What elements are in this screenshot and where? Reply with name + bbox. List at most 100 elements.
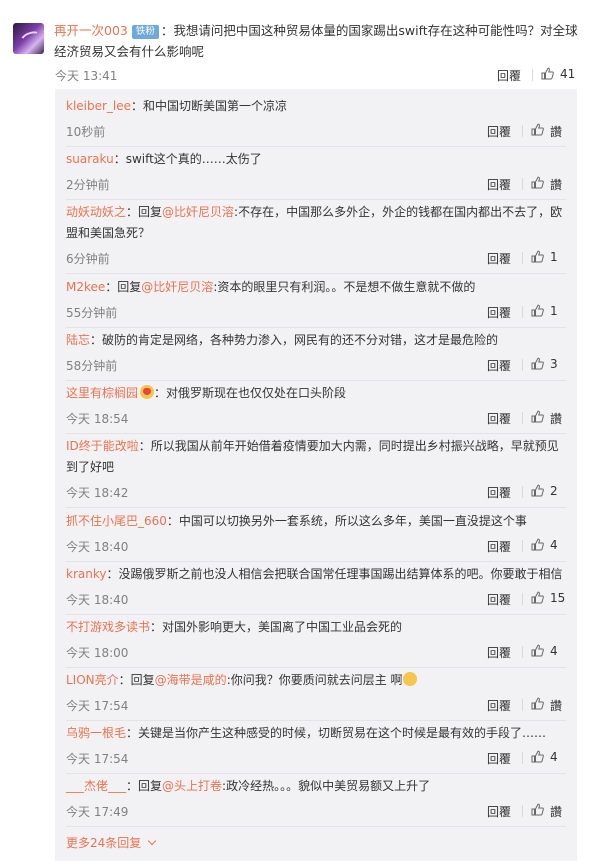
thumb-up-icon[interactable]: [531, 250, 544, 263]
reply-like-count: 讚: [550, 805, 563, 819]
reply-time: 2分钟前: [66, 178, 110, 192]
reply-item: ___杰佬___：回复@头上打卷:政冷经热。。。貌似中美贸易额又上升了: [66, 776, 566, 797]
divider: [522, 359, 523, 371]
mention-link[interactable]: @比奸尼贝溶: [141, 280, 213, 294]
divider: [66, 433, 566, 434]
thumb-up-icon[interactable]: [531, 176, 544, 189]
thumb-up-icon[interactable]: [531, 484, 544, 497]
avatar[interactable]: [13, 23, 44, 54]
reply-username[interactable]: 这里有棕榈园: [66, 386, 138, 400]
reply-button[interactable]: 回覆: [487, 697, 511, 714]
reply-button[interactable]: 回覆: [487, 410, 511, 427]
main-reply-button[interactable]: 回覆: [497, 67, 521, 84]
reply-username[interactable]: kranky: [66, 567, 106, 581]
reply-button[interactable]: 回覆: [487, 644, 511, 661]
divider: [522, 252, 523, 264]
reply-item: 不打游戏多读书：对国外影响更大，美国离了中国工业品会死的: [66, 617, 566, 638]
main-comment: 再开一次003 铁粉 ：我想请问把中国这种贸易体量的国家踢出swift存在这种可能性…: [54, 20, 584, 62]
reply-username[interactable]: 不打游戏多读书: [66, 620, 150, 634]
reply-button[interactable]: 回覆: [487, 250, 511, 267]
reply-username[interactable]: ID终于能改啦: [66, 439, 139, 453]
heart-emoji-icon: [140, 385, 155, 399]
thumb-up-icon[interactable]: [541, 67, 554, 80]
thumb-up-icon[interactable]: [531, 644, 544, 657]
mention-link[interactable]: @比奸尼贝溶: [162, 205, 234, 219]
reply-like-count: 1: [550, 304, 558, 318]
thumb-up-icon[interactable]: [531, 357, 544, 370]
divider: [522, 646, 523, 658]
reply-username[interactable]: 抓不住小尾巴_660: [66, 514, 167, 528]
reply-like-count: 3: [550, 357, 558, 371]
reply-like-count: 15: [550, 591, 566, 605]
reply-text: :资本的眼里只有利润。。不是想不做生意就不做的: [213, 280, 476, 294]
reply-username[interactable]: 乌鸦一根毛: [66, 726, 126, 740]
reply-time: 今天 18:54: [66, 412, 129, 426]
thumb-up-icon[interactable]: [531, 410, 544, 423]
reply-item: 这里有棕榈园 ：对俄罗斯现在也仅仅处在口头阶段: [66, 383, 566, 404]
reply-button[interactable]: 回覆: [487, 538, 511, 555]
reply-time: 10秒前: [66, 125, 106, 139]
reply-item: 陆忘：破防的肯定是网络，各种势力渗入，网民有的还不分对错，这才是最危险的: [66, 330, 566, 351]
divider: [522, 486, 523, 498]
thumb-up-icon[interactable]: [531, 750, 544, 763]
thumb-up-icon[interactable]: [531, 591, 544, 604]
reply-text: ：和中国切断美国第一个凉凉: [131, 99, 288, 113]
divider: [66, 720, 566, 721]
reply-prefix: ：回复: [105, 280, 142, 294]
reply-item: kleiber_lee：和中国切断美国第一个凉凉: [66, 96, 566, 117]
reply-item: suaraku：swift这个真的……太伤了: [66, 149, 566, 170]
mention-link[interactable]: @头上打卷: [162, 779, 222, 793]
reply-button[interactable]: 回覆: [487, 304, 511, 321]
divider: [66, 826, 566, 827]
reply-prefix: ：回复: [118, 673, 155, 687]
reply-item: kranky：没踢俄罗斯之前也没人相信会把联合国常任理事国踢出结算体系的吧。你要…: [66, 564, 566, 585]
reply-username[interactable]: suaraku: [66, 152, 114, 166]
reply-text: ：没踢俄罗斯之前也没人相信会把联合国常任理事国踢出结算体系的吧。你要敢于相信: [106, 567, 563, 581]
reply-text: ：关键是当你产生这种感受的时候，切断贸易在这个时候是最有效的手段了……: [126, 726, 547, 740]
reply-like-count: 1: [550, 250, 558, 264]
main-like-count: 41: [560, 67, 576, 81]
reply-username[interactable]: M2kee: [66, 280, 105, 294]
thumb-up-icon[interactable]: [531, 304, 544, 317]
reply-button[interactable]: 回覆: [487, 750, 511, 767]
thumb-up-icon[interactable]: [531, 538, 544, 551]
chevron-down-icon: [148, 836, 157, 846]
reply-username[interactable]: LION亮介: [66, 673, 119, 687]
reply-username[interactable]: 动妖动妖之: [66, 205, 126, 219]
reply-item: 动妖动妖之：回复@比奸尼贝溶:不存在，中国那么多外企，外企的钱都在国内都出不去了…: [66, 202, 566, 244]
reply-button[interactable]: 回覆: [487, 123, 511, 140]
comment-thread: 再开一次003 铁粉 ：我想请问把中国这种贸易体量的国家踢出swift存在这种可能性…: [0, 0, 594, 867]
reply-prefix: ：回复: [126, 779, 163, 793]
reply-button[interactable]: 回覆: [487, 176, 511, 193]
reply-username[interactable]: kleiber_lee: [66, 99, 131, 113]
reply-text: ：中国可以切换另外一套系统，所以这么多年，美国一直没提这个事: [166, 514, 527, 528]
reply-button[interactable]: 回覆: [487, 484, 511, 501]
reply-item: M2kee：回复@比奸尼贝溶:资本的眼里只有利润。。不是想不做生意就不做的: [66, 277, 566, 298]
reply-button[interactable]: 回覆: [487, 357, 511, 374]
reply-text: ：对俄罗斯现在也仅仅处在口头阶段: [154, 386, 347, 400]
fan-badge: 铁粉: [131, 25, 159, 39]
reply-item: 抓不住小尾巴_660：中国可以切换另外一套系统，所以这么多年，美国一直没提这个事: [66, 511, 566, 532]
mention-link[interactable]: @海带是咸的: [155, 673, 227, 687]
reply-username[interactable]: ___杰佬___: [66, 779, 126, 793]
reply-button[interactable]: 回覆: [487, 803, 511, 820]
divider: [66, 327, 566, 328]
more-replies-link[interactable]: 更多24条回复: [66, 834, 157, 851]
thumb-up-icon[interactable]: [531, 803, 544, 816]
reply-time: 今天 18:40: [66, 540, 129, 554]
thumb-up-icon[interactable]: [531, 123, 544, 136]
divider: [522, 805, 523, 817]
divider: [522, 178, 523, 190]
reply-time: 55分钟前: [66, 306, 118, 320]
thumb-up-icon[interactable]: [531, 697, 544, 710]
smile-emoji-icon: [402, 672, 417, 686]
divider: [66, 380, 566, 381]
reply-time: 今天 17:54: [66, 699, 129, 713]
divider: [522, 306, 523, 318]
reply-like-count: 2: [550, 484, 558, 498]
divider: [532, 69, 533, 81]
reply-button[interactable]: 回覆: [487, 591, 511, 608]
divider: [66, 199, 566, 200]
main-username[interactable]: 再开一次003: [54, 23, 128, 38]
reply-username[interactable]: 陆忘: [66, 333, 90, 347]
